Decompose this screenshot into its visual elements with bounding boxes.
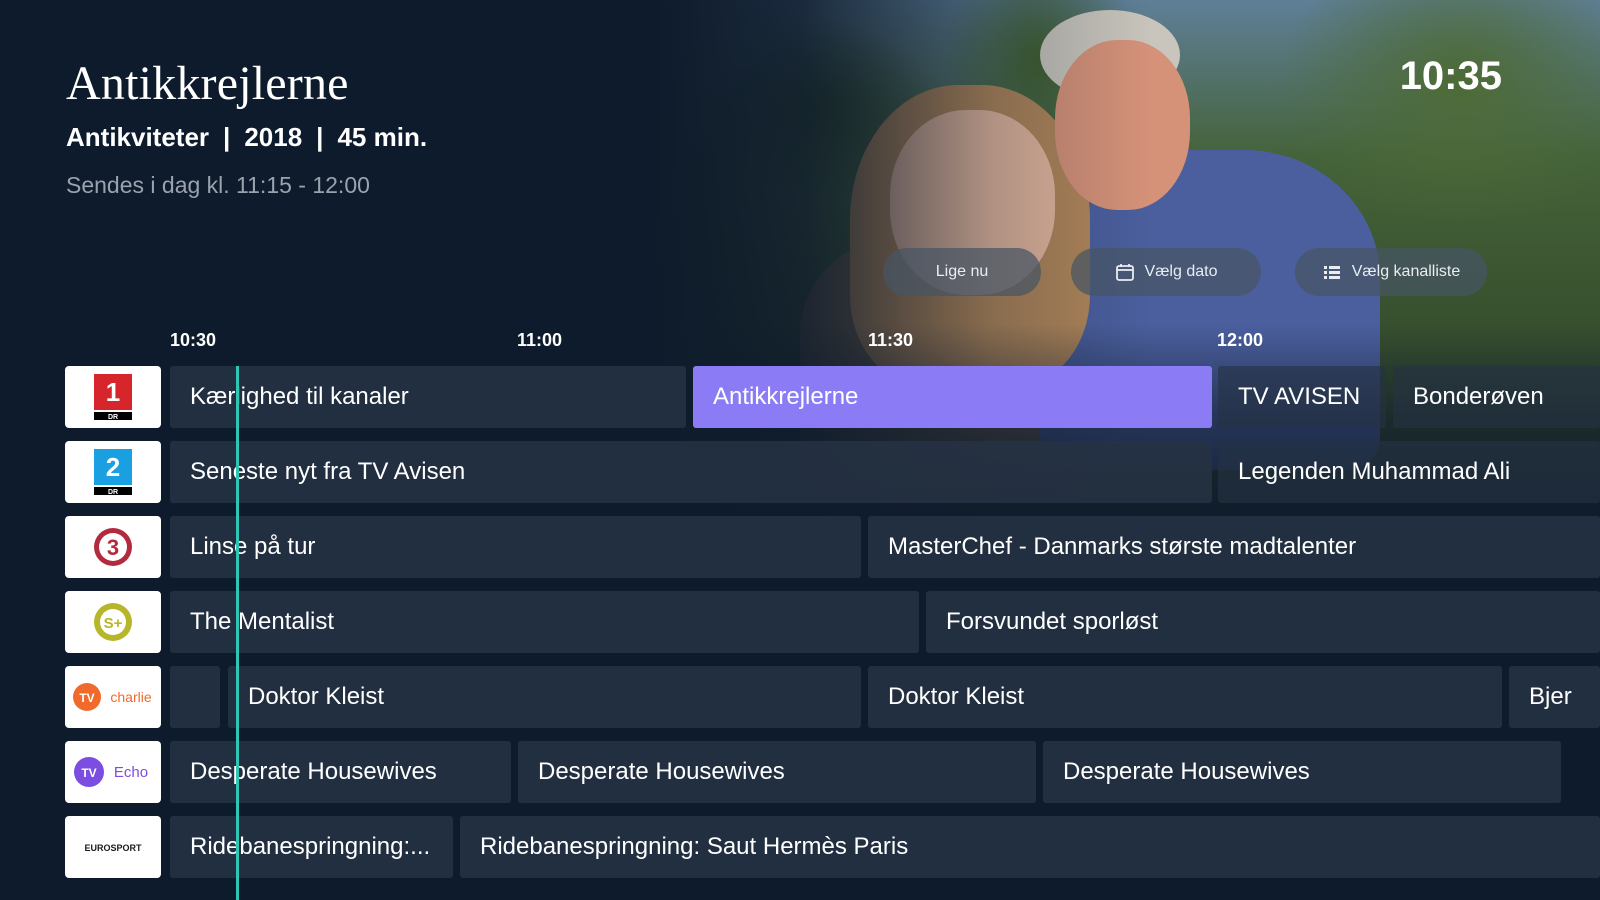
channel-logo-tv3[interactable]: 3 [65, 516, 161, 578]
program-cell[interactable]: Ridebanespringning: Saut Hermès Paris [460, 816, 1600, 878]
program-year: 2018 [244, 122, 303, 152]
program-meta: Antikviteter | 2018 | 45 min. [66, 122, 427, 153]
timeline-tick: 11:00 [517, 330, 563, 350]
program-genre: Antikviteter [66, 122, 210, 152]
program-cell[interactable]: Doktor Kleist [868, 666, 1502, 728]
svg-text:EUROSPORT: EUROSPORT [84, 843, 142, 853]
channel-logo-eurosport[interactable]: EUROSPORT [65, 816, 161, 878]
dr1-logo-icon: 1 DR [94, 374, 132, 421]
program-cell[interactable]: Kærlighed til kanaler [170, 366, 686, 428]
program-airtime: Sendes i dag kl. 11:15 - 12:00 [66, 172, 370, 198]
program-cell[interactable]: Desperate Housewives [170, 741, 511, 803]
charlie-logo-icon: TV charlie [73, 683, 152, 711]
svg-text:TV: TV [79, 691, 94, 705]
channel-logo-dr1[interactable]: 1 DR [65, 366, 161, 428]
program-cell[interactable]: The Mentalist [170, 591, 919, 653]
svg-text:2: 2 [106, 452, 120, 482]
svg-text:1: 1 [106, 377, 120, 407]
timeline-tick: 12:00 [1217, 330, 1264, 350]
svg-text:charlie: charlie [110, 689, 151, 705]
svg-text:DR: DR [108, 414, 118, 421]
svg-text:TV: TV [81, 766, 96, 780]
channel-logo-echo[interactable]: TV Echo [65, 741, 161, 803]
program-title: Antikkrejlerne [66, 57, 349, 110]
channel-list-button[interactable]: Vælg kanalliste [1295, 248, 1487, 296]
svg-text:Echo: Echo [114, 764, 148, 781]
program-cell[interactable]: Legenden Muhammad Ali [1218, 441, 1600, 503]
program-cell[interactable]: MasterChef - Danmarks største madtalente… [868, 516, 1600, 578]
channel-logo-tv3plus[interactable]: S+ [65, 591, 161, 653]
tv3-logo-icon: 3 [94, 528, 132, 566]
timeline-tick: 11:30 [868, 330, 914, 350]
program-duration: 45 min. [337, 122, 428, 152]
program-cell-selected[interactable]: Antikkrejlerne [693, 366, 1212, 428]
list-icon [1322, 262, 1342, 282]
program-cell[interactable]: Desperate Housewives [1043, 741, 1561, 803]
current-time-indicator [236, 366, 239, 900]
program-cell[interactable]: Desperate Housewives [518, 741, 1036, 803]
choose-date-label: Vælg dato [1144, 263, 1218, 280]
dr2-logo-icon: 2 DR [94, 449, 132, 496]
svg-text:S+: S+ [104, 615, 123, 632]
meta-separator: | [223, 122, 231, 152]
echo-logo-icon: TV Echo [74, 757, 148, 787]
channel-list-label: Vælg kanalliste [1351, 263, 1461, 280]
program-cell[interactable] [170, 666, 220, 728]
program-cell[interactable]: Bjer [1509, 666, 1600, 728]
program-cell[interactable]: Doktor Kleist [228, 666, 861, 728]
channel-logo-dr2[interactable]: 2 DR [65, 441, 161, 503]
program-cell[interactable]: Seneste nyt fra TV Avisen [170, 441, 1212, 503]
program-cell[interactable]: Linse på tur [170, 516, 861, 578]
program-cell[interactable]: Forsvundet sporløst [926, 591, 1600, 653]
program-cell[interactable]: Bonderøven [1393, 366, 1600, 428]
eurosport-logo-icon: EUROSPORT [84, 843, 142, 853]
svg-text:3: 3 [107, 535, 119, 560]
timeline-tick: 10:30 [170, 330, 217, 350]
choose-date-button[interactable]: Vælg dato [1071, 248, 1261, 296]
tv3plus-logo-icon: S+ [94, 603, 132, 641]
clock: 10:35 [1399, 54, 1502, 98]
now-button-label: Lige nu [935, 263, 989, 280]
meta-separator: | [316, 122, 324, 152]
program-cell[interactable]: Ridebanespringning:... [170, 816, 453, 878]
calendar-icon [1115, 262, 1135, 282]
now-button[interactable]: Lige nu [883, 248, 1041, 296]
channel-logo-charlie[interactable]: TV charlie [65, 666, 161, 728]
program-cell[interactable]: TV AVISEN [1218, 366, 1386, 428]
svg-text:DR: DR [108, 489, 118, 496]
